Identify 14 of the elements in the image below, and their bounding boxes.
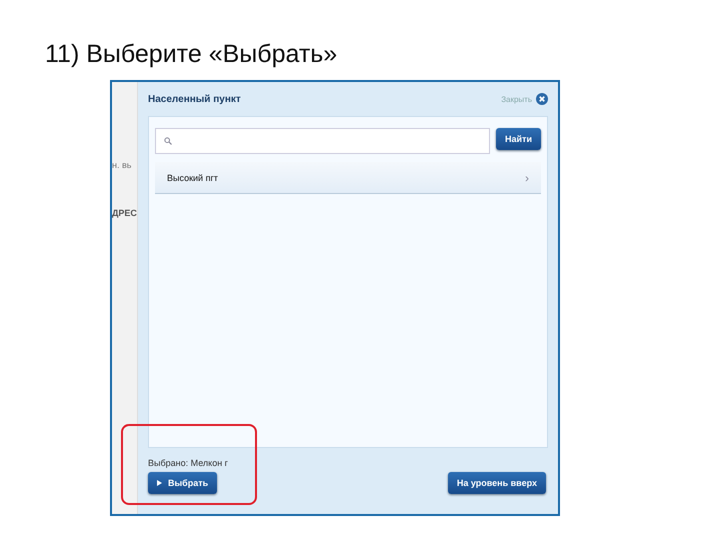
find-button[interactable]: Найти [496, 128, 541, 150]
play-icon [157, 480, 162, 486]
page-fragment: ДРЕС [112, 208, 137, 218]
search-field[interactable] [155, 128, 490, 154]
page-fragment: н. вь [112, 160, 132, 170]
slide-title: 11) Выберите «Выбрать» [45, 40, 338, 69]
level-up-button[interactable]: На уровень вверх [448, 472, 546, 494]
chevron-icon: › [525, 170, 529, 184]
dialog-title: Населенный пункт [148, 94, 241, 104]
list-item[interactable]: Высокий пгт › [155, 162, 541, 194]
selection-text: Выбрано: Мелкон г [148, 458, 229, 468]
search-icon [164, 137, 172, 145]
close-icon[interactable] [536, 93, 548, 105]
select-button[interactable]: Выбрать [148, 472, 218, 494]
